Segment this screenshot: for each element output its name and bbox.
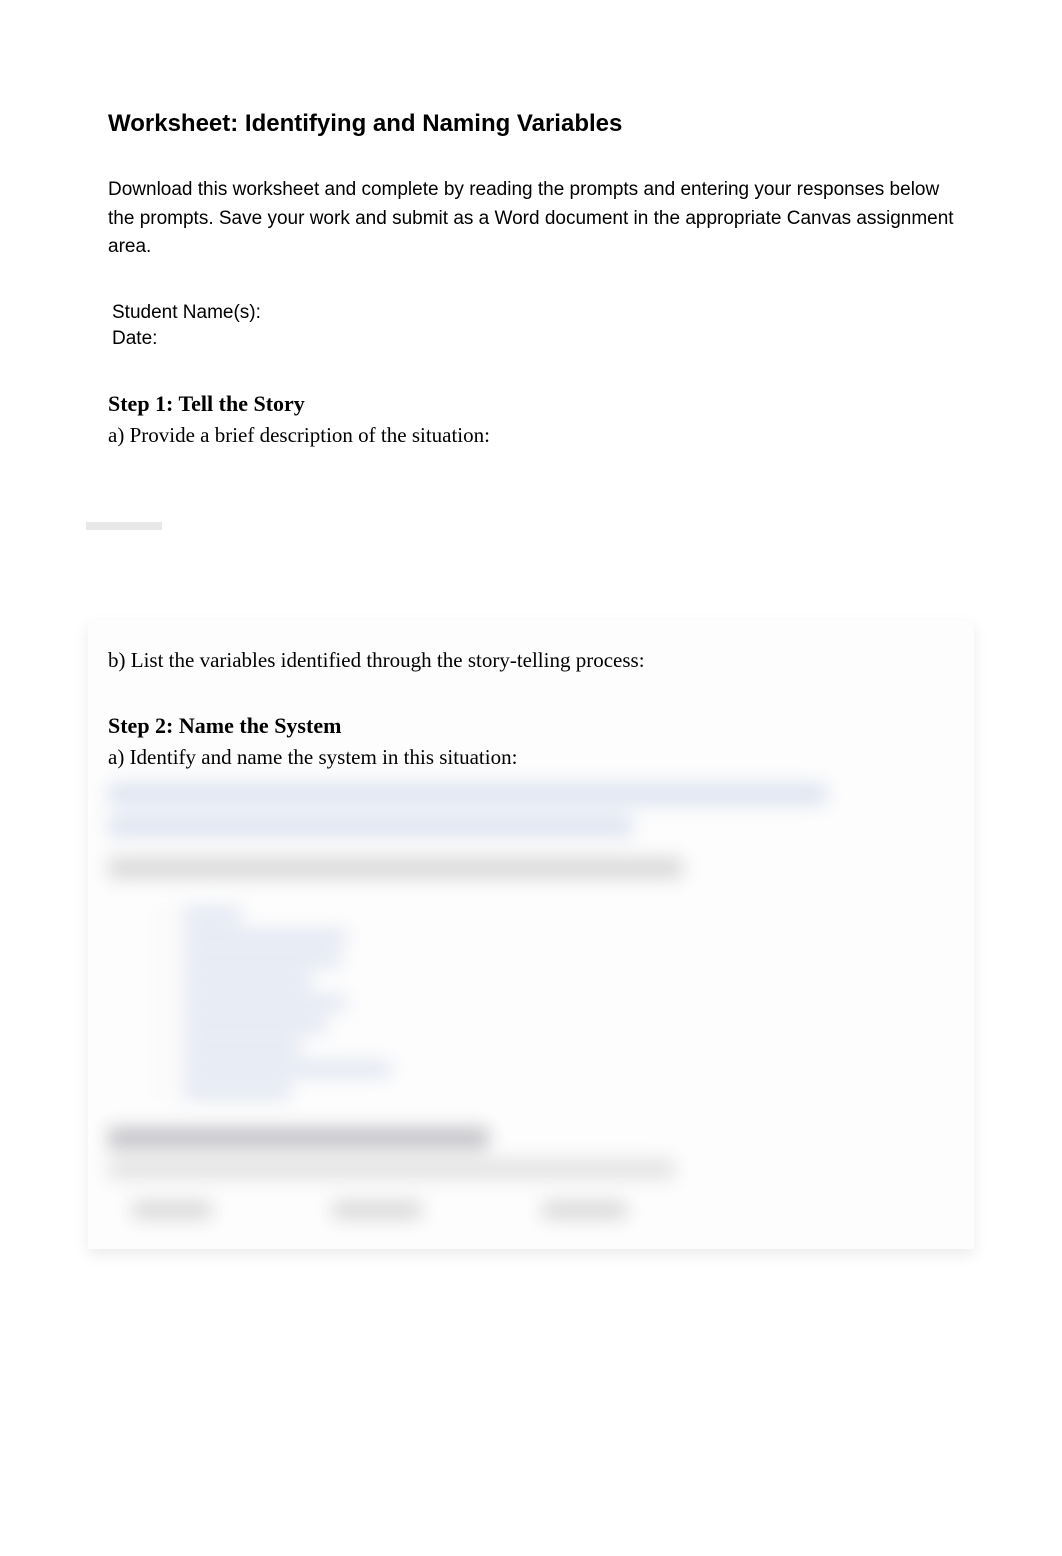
blurred-text-line [108, 815, 633, 837]
step1-prompt-b: b) List the variables identified through… [108, 646, 954, 675]
blurred-cell [332, 1201, 422, 1219]
blurred-cell [542, 1201, 627, 1219]
bullet-item [158, 1039, 954, 1055]
response-area-1a [108, 450, 954, 620]
bullet-item [158, 973, 954, 989]
blurred-cell [132, 1201, 212, 1219]
bullet-item [158, 1061, 954, 1077]
bullet-item [158, 929, 954, 945]
date-label: Date: [112, 326, 954, 353]
page-edge-artifact [86, 522, 162, 530]
bullet-item [158, 1083, 954, 1099]
bullet-item [158, 995, 954, 1011]
student-name-label: Student Name(s): [112, 300, 954, 327]
worksheet-title: Worksheet: Identifying and Naming Variab… [108, 110, 954, 138]
bullet-item [158, 951, 954, 967]
blurred-content [108, 773, 954, 1219]
blurred-subheading [108, 857, 683, 879]
step2-heading: Step 2: Name the System [108, 713, 954, 739]
bullet-item [158, 1017, 954, 1033]
preview-section: b) List the variables identified through… [88, 620, 974, 1249]
instruction-text: Download this worksheet and complete by … [108, 176, 954, 262]
blurred-table-header [108, 1201, 954, 1219]
blurred-text-line [108, 1159, 675, 1179]
document-page: Worksheet: Identifying and Naming Variab… [0, 0, 1062, 1249]
step1-heading: Step 1: Tell the Story [108, 391, 954, 417]
blurred-text-line [108, 783, 827, 805]
response-area-1b [108, 675, 954, 713]
step2-prompt-a: a) Identify and name the system in this … [108, 743, 954, 772]
blurred-bullet-list [108, 907, 954, 1099]
step1-prompt-a: a) Provide a brief description of the si… [108, 421, 954, 450]
blurred-heading [108, 1127, 489, 1149]
bullet-item [158, 907, 954, 923]
student-fields: Student Name(s): Date: [108, 300, 954, 353]
